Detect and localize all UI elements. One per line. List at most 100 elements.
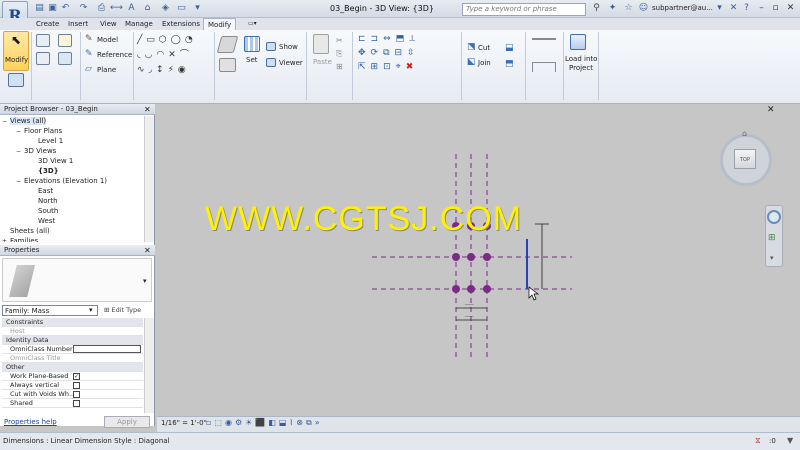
- tree-item[interactable]: Sheets (all): [2, 226, 142, 236]
- tree-item[interactable]: + Families: [2, 236, 142, 242]
- family-dropdown-arrow-icon[interactable]: ▾: [89, 306, 93, 314]
- tab-insert[interactable]: Insert: [64, 18, 92, 30]
- nav-bar-options-icon[interactable]: ▾: [770, 254, 774, 262]
- view-control-icons[interactable]: ▫⬚◉⚙☀⬛◧⬓⌇⊗⧉»: [206, 418, 323, 428]
- tree-item[interactable]: − Views (all): [2, 116, 142, 126]
- dimension-tool-icon[interactable]: [532, 62, 556, 72]
- set-workplane-icon[interactable]: [244, 36, 260, 52]
- tree-item[interactable]: West: [2, 216, 142, 226]
- tree-item[interactable]: − Elevations (Elevation 1): [2, 176, 142, 186]
- type-selector[interactable]: ▾: [2, 258, 152, 302]
- help-icon[interactable]: ?: [741, 3, 752, 14]
- tab-view[interactable]: View: [96, 18, 121, 30]
- tab-options-icon[interactable]: ▭▾: [244, 18, 261, 30]
- tree-item[interactable]: North: [2, 196, 142, 206]
- close-hidden-icon[interactable]: ▭: [176, 3, 187, 14]
- minimize-icon[interactable]: –: [756, 3, 767, 14]
- redo-icon[interactable]: ↷: [78, 3, 89, 14]
- measure-icon[interactable]: ⟷: [110, 3, 123, 14]
- viewport-close-icon[interactable]: ✕: [767, 105, 775, 115]
- tab-create[interactable]: Create: [32, 18, 63, 30]
- project-browser-tree[interactable]: − Views (all) − Floor Plans Level 1−3D Views…: [2, 116, 142, 242]
- viewcube-home-icon[interactable]: ⌂: [742, 129, 747, 138]
- binoculars-icon[interactable]: ⚲: [591, 3, 602, 14]
- tree-item[interactable]: {3D}: [2, 166, 142, 176]
- ref-plane-icon[interactable]: ▱: [85, 64, 92, 74]
- 3d-view-icon[interactable]: ⌂: [142, 3, 153, 14]
- type-selector-arrow-icon[interactable]: ▾: [143, 277, 147, 285]
- property-checkbox[interactable]: ✓: [73, 373, 80, 380]
- properties-icon[interactable]: [36, 34, 50, 47]
- open-icon[interactable]: ▤: [34, 3, 45, 14]
- properties-section-header[interactable]: Other: [2, 363, 143, 372]
- cut-icon[interactable]: ⬔: [467, 42, 476, 52]
- tree-toggle-icon[interactable]: +: [2, 237, 10, 242]
- canvas-graphics[interactable]: ─── ───: [157, 104, 800, 416]
- tree-item[interactable]: East: [2, 186, 142, 196]
- model-label[interactable]: Model: [97, 36, 118, 44]
- print-icon[interactable]: ⎙: [96, 3, 107, 14]
- exchange-icon[interactable]: ✕: [728, 3, 739, 14]
- search-input[interactable]: Type a keyword or phrase: [462, 3, 586, 16]
- dropdown-arrow-icon[interactable]: ▾: [192, 3, 203, 14]
- show-icon[interactable]: [266, 42, 276, 51]
- section-icon[interactable]: ◈: [160, 3, 171, 14]
- properties-close-icon[interactable]: ✕: [144, 245, 151, 256]
- properties-section-header[interactable]: Constraints: [2, 318, 143, 327]
- tree-item[interactable]: Level 1: [2, 136, 142, 146]
- clipboard-icons[interactable]: ✂ ⎘ ⊞: [336, 34, 343, 73]
- property-input[interactable]: [73, 345, 141, 353]
- set-label[interactable]: Set: [246, 56, 258, 64]
- filter-icon[interactable]: ⧖: [755, 436, 761, 446]
- reference-label[interactable]: Reference: [97, 51, 132, 59]
- project-browser-close-icon[interactable]: ✕: [144, 104, 151, 115]
- star-icon[interactable]: ☆: [623, 3, 634, 14]
- view-scale[interactable]: 1/16" = 1'-0": [161, 419, 207, 427]
- tree-item[interactable]: −3D Views: [2, 146, 142, 156]
- family-types-icon[interactable]: [58, 52, 72, 65]
- viewcube-top-face[interactable]: TOP: [734, 149, 756, 169]
- text-icon[interactable]: A: [126, 3, 137, 14]
- tab-manage[interactable]: Manage: [121, 18, 157, 30]
- type-properties-icon[interactable]: [36, 52, 50, 65]
- tree-scrollbar[interactable]: [144, 116, 154, 242]
- reference-line-icon[interactable]: ✎: [85, 49, 93, 59]
- properties-help-link[interactable]: Properties help: [4, 418, 57, 426]
- tab-extensions[interactable]: Extensions: [158, 18, 204, 30]
- user-icon[interactable]: ☺: [638, 3, 649, 14]
- properties-grid[interactable]: Constraints Host Identity Data OmniClass Nu…: [2, 318, 143, 413]
- tree-toggle-icon[interactable]: −: [2, 117, 10, 127]
- undo-icon[interactable]: ↶: [60, 3, 71, 14]
- plane-label[interactable]: Plane: [97, 66, 116, 74]
- modify-tools-icons[interactable]: ⊏⊐⇔⬒⟂ ✥⟳⧉⊟⇳ ⇱⊞⊡⌖✖: [358, 32, 420, 74]
- model-line-icon[interactable]: ✎: [85, 34, 93, 44]
- property-checkbox[interactable]: [73, 400, 80, 407]
- select-options-icon[interactable]: [8, 73, 24, 87]
- close-icon[interactable]: ✕: [785, 3, 796, 14]
- viewer-label[interactable]: Viewer: [279, 59, 303, 67]
- family-category-icon[interactable]: [58, 34, 72, 47]
- save-icon[interactable]: ▣: [47, 3, 58, 14]
- properties-scrollbar[interactable]: [144, 318, 154, 413]
- maximize-icon[interactable]: ▫: [770, 3, 781, 14]
- measure-tool-icon[interactable]: [532, 38, 556, 40]
- cart-icon[interactable]: ▾: [714, 3, 725, 14]
- filter-funnel-icon[interactable]: ▼: [787, 436, 793, 445]
- load-into-label[interactable]: Load into: [565, 55, 597, 63]
- join-label[interactable]: Join: [478, 59, 491, 67]
- tree-toggle-icon[interactable]: −: [16, 177, 24, 187]
- tree-toggle-icon[interactable]: −: [16, 147, 24, 157]
- subscription-icon[interactable]: ✦: [607, 3, 618, 14]
- property-checkbox[interactable]: [73, 382, 80, 389]
- user-name[interactable]: subpartner@au...: [652, 4, 713, 12]
- tab-modify[interactable]: Modify: [203, 18, 237, 30]
- tree-item[interactable]: 3D View 1: [2, 156, 142, 166]
- tree-item[interactable]: − Floor Plans: [2, 126, 142, 136]
- tree-item[interactable]: South: [2, 206, 142, 216]
- apply-button[interactable]: Apply: [104, 416, 150, 428]
- edit-type-button[interactable]: ⊞ Edit Type: [104, 305, 141, 316]
- join-icon[interactable]: ⬕: [467, 57, 476, 67]
- steering-wheel-icon[interactable]: [767, 210, 781, 224]
- load-into-project-icon[interactable]: [570, 34, 586, 50]
- property-checkbox[interactable]: [73, 391, 80, 398]
